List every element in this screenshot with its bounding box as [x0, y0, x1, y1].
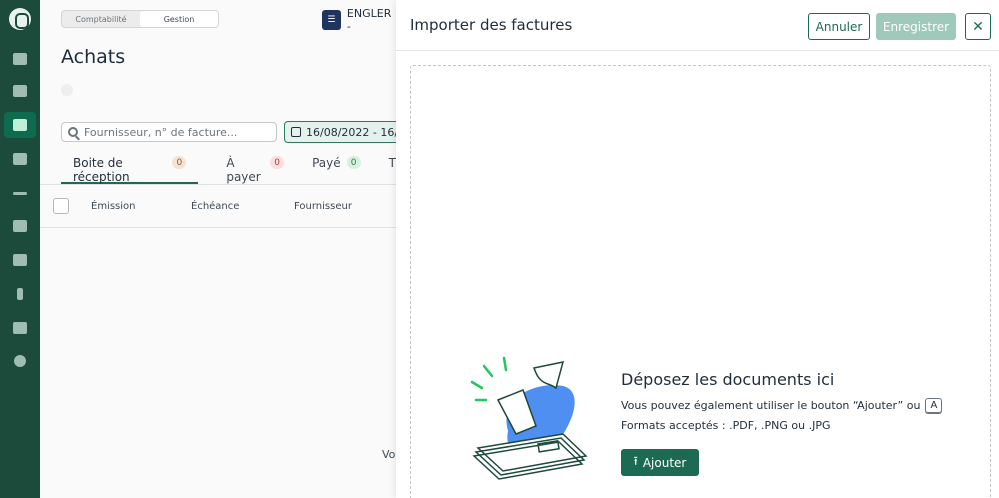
gear-icon[interactable] — [4, 348, 36, 374]
mode-option-comptabilite[interactable]: Comptabilité — [62, 11, 140, 27]
upload-icon: ⭱ — [633, 454, 638, 468]
folder-icon[interactable] — [4, 213, 36, 239]
keyboard-shortcut-key: A — [925, 398, 943, 413]
drop-instructions-text: Vous pouvez également utiliser le bouton… — [621, 399, 921, 412]
tab-divider — [40, 184, 396, 185]
drop-title: Déposez les documents ici — [621, 370, 835, 389]
briefcase-icon[interactable] — [4, 315, 36, 341]
tab-inbox[interactable]: Boite de réception 0 — [61, 156, 199, 184]
transfer-icon[interactable] — [4, 281, 36, 307]
tab-count-badge: 0 — [270, 156, 285, 169]
cart-icon[interactable] — [4, 112, 36, 138]
search-icon — [68, 127, 78, 137]
left-sidebar — [0, 0, 40, 498]
tab-label: Boite de réception — [73, 156, 130, 184]
app-logo-icon[interactable] — [9, 8, 31, 30]
column-header-echeance[interactable]: Échéance — [191, 201, 294, 212]
mode-option-gestion[interactable]: Gestion — [140, 11, 218, 27]
tab-label: À payer — [226, 156, 261, 184]
close-icon[interactable]: ✕ — [965, 13, 991, 40]
documents-upload-icon — [470, 356, 588, 480]
tab-paid[interactable]: Payé 0 — [312, 156, 361, 184]
search-input[interactable]: Fournisseur, n° de facture... — [61, 122, 277, 142]
accepted-formats-text: Formats acceptés : .PDF, .PNG ou .JPG — [621, 419, 831, 432]
column-header-fournisseur[interactable]: Fournisseur — [294, 201, 352, 212]
tab-to-pay[interactable]: À payer 0 — [226, 156, 285, 184]
tab-label: T — [388, 156, 396, 170]
search-placeholder: Fournisseur, n° de facture... — [84, 125, 238, 139]
wallet-icon[interactable] — [4, 78, 36, 104]
page-title: Achats — [61, 46, 126, 68]
table-divider — [40, 227, 396, 228]
panel-header: Importer des factures Annuler Enregistre… — [396, 0, 999, 51]
mode-switch[interactable]: Comptabilité Gestion — [61, 10, 219, 28]
column-header-emission[interactable]: Émission — [91, 201, 191, 212]
save-button[interactable]: Enregistrer — [876, 13, 956, 40]
company-logo-icon: ☰ — [322, 10, 341, 30]
add-button[interactable]: ⭱ Ajouter — [621, 449, 699, 476]
date-range-filter[interactable]: 16/08/2022 - 16/ — [284, 121, 404, 143]
purchases-page: Comptabilité Gestion ☰ ENGLER - Achats F… — [40, 0, 404, 498]
tab-count-badge: 0 — [346, 156, 361, 169]
company-selector[interactable]: ☰ ENGLER - — [322, 7, 396, 33]
select-all-checkbox[interactable] — [53, 198, 69, 214]
toggle-switch[interactable] — [61, 84, 73, 96]
drop-instructions: Vous pouvez également utiliser le bouton… — [621, 398, 943, 413]
tab-bar: Boite de réception 0 À payer 0 Payé 0 T — [61, 156, 396, 186]
panel-title: Importer des factures — [410, 16, 573, 34]
cancel-button[interactable]: Annuler — [808, 13, 870, 40]
add-button-label: Ajouter — [642, 455, 687, 470]
company-name: ENGLER - — [346, 7, 392, 33]
table-header: Émission Échéance Fournisseur — [53, 196, 352, 216]
chart-line-icon[interactable] — [4, 180, 36, 206]
date-range-text: 16/08/2022 - 16/ — [306, 125, 399, 139]
bank-icon[interactable] — [4, 46, 36, 72]
calendar-icon — [291, 127, 301, 137]
spreadsheet-icon[interactable] — [4, 247, 36, 273]
tab-truncated[interactable]: T — [389, 156, 396, 184]
tab-label: Payé — [312, 156, 341, 170]
empty-state-text: Vo — [382, 448, 396, 461]
import-invoices-panel: Importer des factures Annuler Enregistre… — [396, 0, 999, 498]
store-icon[interactable] — [4, 146, 36, 172]
tab-count-badge: 0 — [172, 156, 187, 169]
